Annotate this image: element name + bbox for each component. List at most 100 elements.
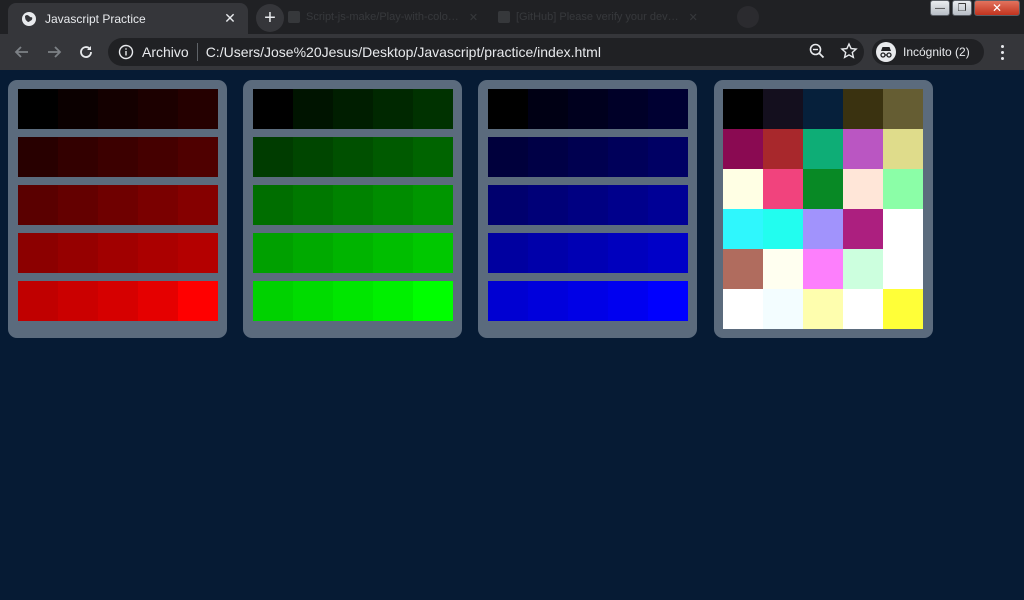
color-swatch	[413, 89, 453, 129]
maximize-button[interactable]: ❐	[952, 0, 972, 16]
minimize-button[interactable]: —	[930, 0, 950, 16]
color-swatch	[488, 281, 528, 321]
color-swatch	[333, 89, 373, 129]
color-swatch	[488, 185, 528, 225]
color-swatch	[253, 137, 293, 177]
color-swatch	[58, 281, 98, 321]
red-palette-card	[8, 80, 227, 338]
color-swatch	[803, 249, 843, 289]
color-swatch	[528, 185, 568, 225]
color-swatch	[178, 281, 218, 321]
color-swatch	[293, 281, 333, 321]
tab-title: Javascript Practice	[45, 11, 146, 26]
color-swatch	[18, 281, 58, 321]
tab-background-2[interactable]: [GitHub] Please verify your dev… ✕	[498, 8, 728, 26]
color-swatch	[98, 281, 138, 321]
blue-gradient-row	[488, 89, 688, 129]
color-swatch	[138, 185, 178, 225]
url-text[interactable]: C:/Users/Jose%20Jesus/Desktop/Javascript…	[206, 44, 601, 60]
tab-close-icon[interactable]: ✕	[469, 11, 478, 24]
color-swatch	[293, 185, 333, 225]
forward-arrow-icon	[48, 46, 62, 58]
tab-background-1[interactable]: Script-js-make/Play-with-colo… ✕	[288, 8, 478, 26]
color-swatch	[568, 137, 608, 177]
incognito-icon	[876, 42, 896, 62]
zoom-icon[interactable]	[808, 42, 826, 60]
color-swatch	[568, 281, 608, 321]
color-swatch	[138, 281, 178, 321]
bookmark-star-icon[interactable]	[840, 42, 858, 60]
color-swatch	[18, 89, 58, 129]
reload-button[interactable]	[74, 40, 98, 64]
info-icon[interactable]	[118, 44, 134, 60]
color-swatch	[178, 233, 218, 273]
color-swatch	[648, 233, 688, 273]
color-swatch	[18, 233, 58, 273]
color-swatch	[138, 137, 178, 177]
color-swatch	[373, 185, 413, 225]
color-swatch	[723, 129, 763, 169]
tab-close-icon[interactable]: ✕	[222, 10, 238, 27]
color-swatch	[373, 233, 413, 273]
color-swatch	[803, 129, 843, 169]
color-swatch	[178, 137, 218, 177]
color-swatch	[763, 89, 803, 129]
green-gradient-row	[253, 233, 453, 273]
color-swatch	[253, 281, 293, 321]
blue-palette-card	[478, 80, 697, 338]
color-swatch	[763, 209, 803, 249]
red-gradient-row	[18, 137, 218, 177]
color-swatch	[723, 289, 763, 329]
incognito-profile-button[interactable]: Incógnito (2)	[872, 39, 984, 65]
color-swatch	[648, 137, 688, 177]
back-button[interactable]	[10, 40, 34, 64]
color-swatch	[413, 233, 453, 273]
blue-gradient-row	[488, 185, 688, 225]
color-swatch	[723, 249, 763, 289]
green-palette-card	[243, 80, 462, 338]
color-swatch	[568, 89, 608, 129]
close-window-button[interactable]: ✕	[974, 0, 1020, 16]
color-swatch	[648, 185, 688, 225]
color-swatch	[373, 281, 413, 321]
green-gradient-row	[253, 185, 453, 225]
tab-javascript-practice[interactable]: Javascript Practice ✕	[8, 3, 248, 34]
color-swatch	[763, 169, 803, 209]
color-swatch	[333, 137, 373, 177]
color-swatch	[293, 137, 333, 177]
color-swatch	[883, 209, 923, 249]
color-swatch	[723, 209, 763, 249]
color-swatch	[333, 185, 373, 225]
color-swatch	[843, 249, 883, 289]
tab-close-icon[interactable]: ✕	[689, 11, 698, 24]
new-tab-button[interactable]: +	[256, 4, 284, 32]
color-swatch	[488, 137, 528, 177]
color-swatch	[98, 89, 138, 129]
color-swatch	[608, 89, 648, 129]
color-swatch	[253, 233, 293, 273]
address-bar[interactable]: Archivo C:/Users/Jose%20Jesus/Desktop/Ja…	[108, 38, 864, 66]
color-swatch	[803, 89, 843, 129]
background-new-tab-icon	[737, 6, 759, 28]
tab-title: Script-js-make/Play-with-colo…	[306, 11, 459, 23]
page-content	[0, 70, 1024, 600]
color-swatch	[138, 89, 178, 129]
color-swatch	[843, 129, 883, 169]
color-swatch	[883, 169, 923, 209]
color-swatch	[373, 89, 413, 129]
color-swatch	[803, 289, 843, 329]
color-swatch	[803, 209, 843, 249]
color-swatch	[723, 89, 763, 129]
color-swatch	[333, 281, 373, 321]
green-gradient-row	[253, 89, 453, 129]
color-swatch	[608, 185, 648, 225]
color-swatch	[98, 185, 138, 225]
tab-strip: Javascript Practice ✕ + Script-js-make/P…	[0, 0, 1024, 34]
color-swatch	[488, 233, 528, 273]
color-swatch	[253, 185, 293, 225]
browser-menu-icon[interactable]	[992, 40, 1012, 64]
green-gradient-row	[253, 281, 453, 321]
color-swatch	[528, 137, 568, 177]
forward-button[interactable]	[42, 40, 66, 64]
red-gradient-row	[18, 185, 218, 225]
